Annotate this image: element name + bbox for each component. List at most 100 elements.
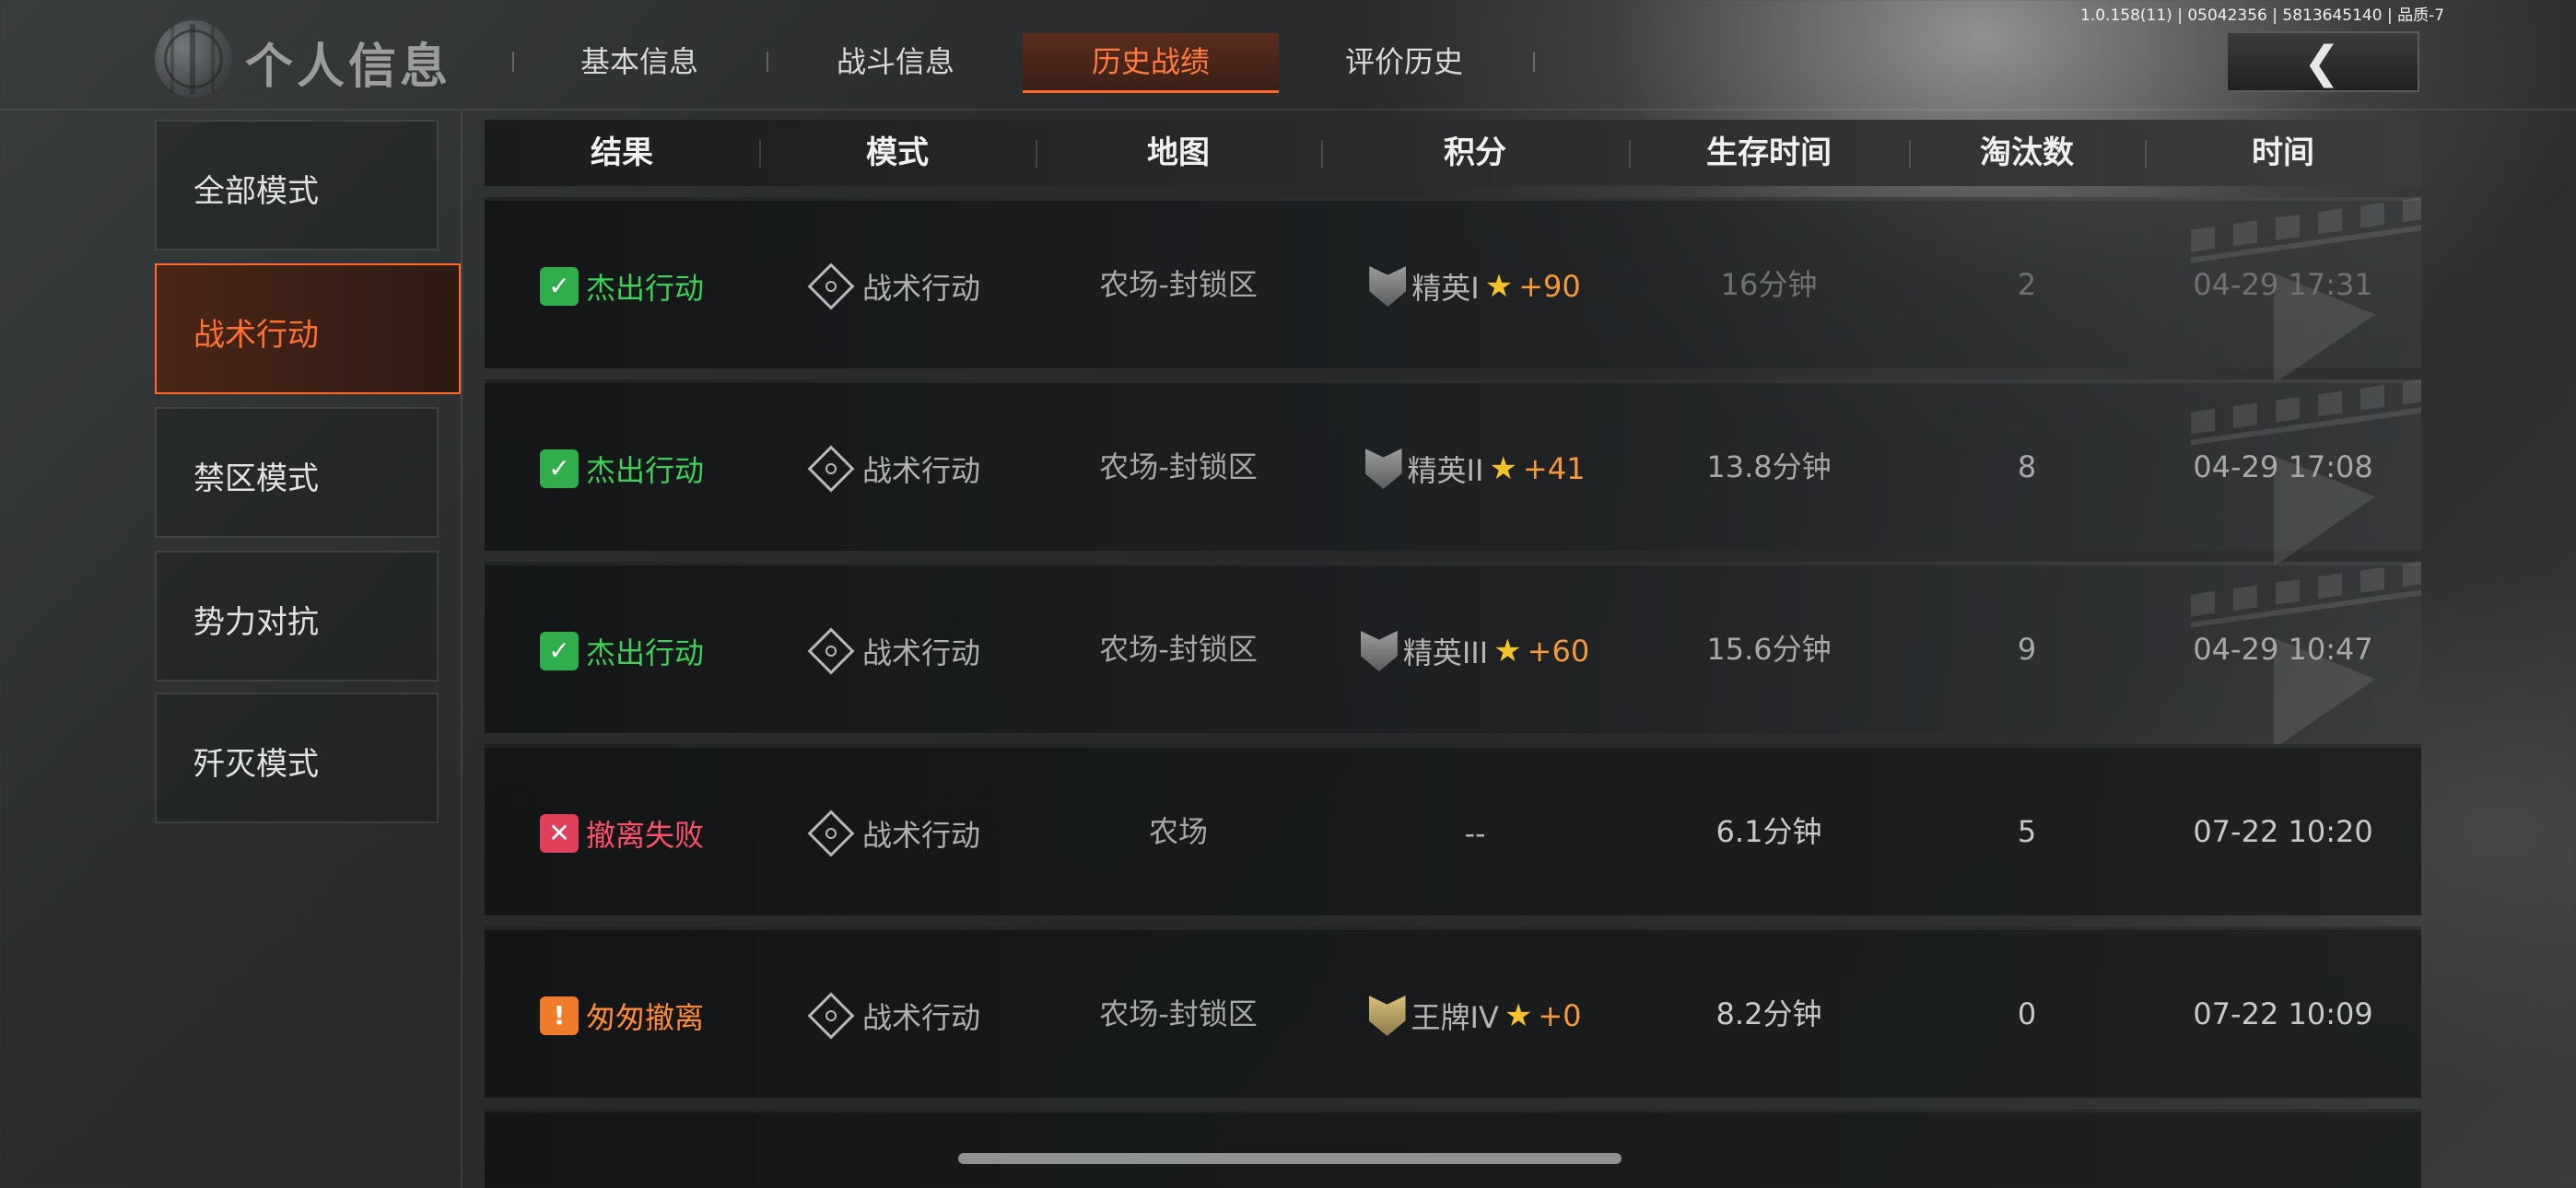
mode-cell: 战术行动 bbox=[759, 748, 1036, 915]
survival-time-cell: 16分钟 bbox=[1720, 267, 1818, 302]
tab-separator bbox=[1533, 52, 1535, 72]
rank-badge-icon bbox=[1368, 996, 1406, 1036]
sidebar-item-all-modes[interactable]: 全部模式 bbox=[155, 120, 439, 250]
map-cell: 农场-封锁区 bbox=[1099, 267, 1258, 302]
thumbs-up-icon: ✓ bbox=[539, 449, 579, 488]
rank-label: -- bbox=[1464, 816, 1486, 851]
survival-time-cell: 15.6分钟 bbox=[1706, 632, 1832, 667]
map-cell: 农场-封锁区 bbox=[1099, 449, 1258, 484]
column-header-kills: 淘汰数 bbox=[1980, 134, 2074, 171]
table-header: 结果 模式 地图 积分 生存时间 淘汰数 时间 bbox=[485, 120, 2421, 186]
rank-label: 精英III bbox=[1402, 635, 1489, 670]
tab-combat-info[interactable]: 战斗信息 bbox=[794, 33, 997, 90]
sidebar-item-label: 战术行动 bbox=[193, 317, 319, 354]
tab-evaluation-history[interactable]: 评价历史 bbox=[1303, 33, 1505, 90]
kills-cell: 5 bbox=[2017, 814, 2037, 849]
tab-separator bbox=[767, 52, 768, 72]
mode-cell: 战术行动 bbox=[759, 565, 1036, 733]
mode-label: 战术行动 bbox=[861, 1000, 980, 1035]
result-cell: ✕ 撤离失败 bbox=[485, 748, 759, 915]
sidebar-item-label: 禁区模式 bbox=[193, 460, 319, 497]
points-value: +41 bbox=[1522, 451, 1586, 486]
column-header-map: 地图 bbox=[1147, 134, 1210, 171]
result-label: 撤离失败 bbox=[585, 818, 704, 853]
sidebar-item-label: 全部模式 bbox=[193, 173, 319, 210]
sidebar-divider bbox=[461, 111, 463, 1188]
result-label: 杰出行动 bbox=[585, 453, 704, 488]
survival-time-cell: 13.8分钟 bbox=[1706, 449, 1832, 484]
rank-badge-icon bbox=[1360, 631, 1398, 671]
result-cell: ! 匆匆撤离 bbox=[485, 930, 759, 1098]
kills-cell: 0 bbox=[2017, 996, 2037, 1031]
rank-badge-icon bbox=[1369, 266, 1407, 307]
points-value: +0 bbox=[1538, 998, 1582, 1033]
star-icon: ★ bbox=[1493, 633, 1522, 670]
map-cell: 农场-封锁区 bbox=[1099, 996, 1258, 1031]
crosshair-icon bbox=[807, 445, 855, 493]
sidebar-item-label: 歼灭模式 bbox=[193, 746, 319, 783]
mode-label: 战术行动 bbox=[861, 453, 980, 488]
score-cell: 王牌IV ★ +0 bbox=[1321, 930, 1629, 1098]
table-row[interactable] bbox=[485, 1109, 2421, 1188]
table-row[interactable]: ! 匆匆撤离 战术行动 农场-封锁区 王牌IV ★ +0 8.2分钟 0 07-22… bbox=[485, 926, 2421, 1098]
sidebar-item-annihilation-mode[interactable]: 歼灭模式 bbox=[155, 693, 439, 823]
column-header-mode: 模式 bbox=[866, 134, 929, 171]
crosshair-icon bbox=[807, 809, 855, 857]
time-cell: 04-29 17:31 bbox=[2193, 267, 2373, 302]
sidebar-item-label: 势力对抗 bbox=[193, 604, 319, 641]
back-button[interactable]: ❮ bbox=[2226, 31, 2419, 92]
page-title: 个人信息 bbox=[245, 40, 452, 95]
rank-label: 精英II bbox=[1407, 453, 1484, 488]
map-cell: 农场 bbox=[1148, 814, 1208, 849]
tab-basic-info[interactable]: 基本信息 bbox=[538, 33, 741, 90]
column-header-time: 时间 bbox=[2252, 134, 2314, 171]
crosshair-icon bbox=[807, 262, 855, 310]
result-cell: ✓ 杰出行动 bbox=[485, 383, 759, 551]
tab-separator bbox=[512, 52, 514, 72]
star-icon: ★ bbox=[1489, 450, 1517, 487]
table-row[interactable]: ✕ 撤离失败 战术行动 农场 -- 6.1分钟 5 07-22 10:20 bbox=[485, 744, 2421, 915]
table-row[interactable]: ✓ 杰出行动 战术行动 农场-封锁区 精英II ★ +41 13.8分钟 8 04-… bbox=[485, 379, 2421, 560]
result-label: 匆匆撤离 bbox=[585, 1000, 704, 1035]
mode-cell: 战术行动 bbox=[759, 201, 1036, 368]
star-icon: ★ bbox=[1504, 997, 1533, 1034]
time-cell: 04-29 17:08 bbox=[2193, 449, 2373, 484]
column-header-score: 积分 bbox=[1444, 134, 1506, 171]
mode-cell: 战术行动 bbox=[759, 930, 1036, 1098]
time-cell: 04-29 10:47 bbox=[2193, 632, 2373, 667]
survival-time-cell: 6.1分钟 bbox=[1715, 814, 1822, 849]
result-cell: ✓ 杰出行动 bbox=[485, 201, 759, 368]
globe-icon bbox=[155, 20, 232, 98]
sidebar-item-faction-battle[interactable]: 势力对抗 bbox=[155, 551, 439, 681]
rank-badge-icon bbox=[1364, 448, 1402, 489]
tab-history-record[interactable]: 历史战绩 bbox=[1023, 33, 1279, 93]
chevron-left-icon: ❮ bbox=[2303, 37, 2341, 88]
table-row[interactable]: ✓ 杰出行动 战术行动 农场-封锁区 精英III ★ +60 15.6分钟 9 04… bbox=[485, 562, 2421, 742]
time-cell: 07-22 10:20 bbox=[2193, 814, 2373, 849]
table-row[interactable]: ✓ 杰出行动 战术行动 农场-封锁区 精英I ★ +90 16分钟 2 04-29 … bbox=[485, 197, 2421, 378]
points-value: +90 bbox=[1518, 269, 1581, 304]
mode-cell: 战术行动 bbox=[759, 383, 1036, 551]
mode-label: 战术行动 bbox=[861, 635, 980, 670]
thumbs-up-icon: ✓ bbox=[539, 267, 579, 306]
result-fail: ✕ 撤离失败 bbox=[539, 812, 704, 855]
survival-time-cell: 8.2分钟 bbox=[1715, 996, 1822, 1031]
result-success: ✓ 杰出行动 bbox=[539, 448, 704, 490]
sidebar-item-restricted-mode[interactable]: 禁区模式 bbox=[155, 407, 439, 538]
points-value: +60 bbox=[1527, 634, 1590, 669]
sidebar-item-tactical-ops[interactable]: 战术行动 bbox=[155, 263, 461, 394]
header-divider bbox=[0, 109, 2576, 111]
score-cell: 精英I ★ +90 bbox=[1321, 201, 1629, 368]
result-success: ✓ 杰出行动 bbox=[539, 265, 704, 308]
home-indicator[interactable] bbox=[958, 1153, 1622, 1164]
thumbs-up-icon: ✓ bbox=[539, 632, 579, 670]
crosshair-icon bbox=[807, 992, 855, 1040]
rank-label: 王牌IV bbox=[1411, 1000, 1499, 1035]
score-cell: -- bbox=[1321, 748, 1629, 915]
mode-label: 战术行动 bbox=[861, 271, 980, 306]
score-cell: 精英II ★ +41 bbox=[1321, 383, 1629, 551]
fail-icon: ✕ bbox=[539, 814, 579, 853]
mode-label: 战术行动 bbox=[861, 818, 980, 853]
version-info: 1.0.158(11) | 05042356 | 5813645140 | 品质… bbox=[2080, 6, 2445, 25]
result-hasty: ! 匆匆撤离 bbox=[539, 995, 704, 1037]
